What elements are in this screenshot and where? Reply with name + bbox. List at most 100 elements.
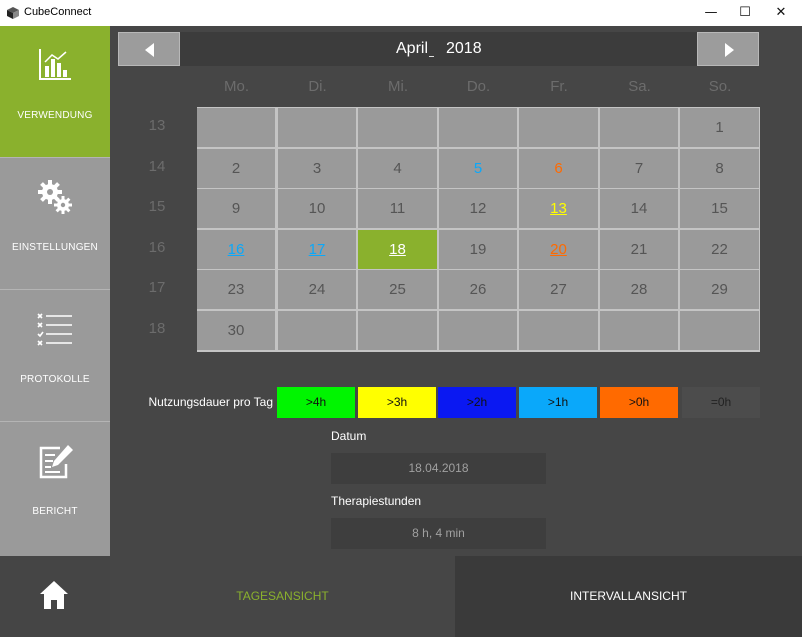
sidebar-item-protokolle[interactable]: PROTOKOLLE (0, 290, 110, 422)
week-number: 15 (148, 198, 166, 215)
day-number: 13 (550, 200, 567, 217)
day-cell-14[interactable]: 14 (600, 189, 678, 228)
weekday-label: Fr. (550, 78, 568, 95)
day-cell-22[interactable]: 22 (680, 229, 759, 269)
legend-item: >1h (519, 387, 597, 418)
triangle-right-icon (725, 43, 734, 57)
day-number: 17 (308, 240, 326, 258)
tab-label: INTERVALLANSICHT (570, 589, 687, 603)
day-number: 28 (630, 281, 648, 298)
empty-day-cell (680, 310, 759, 350)
day-cell-17[interactable]: 17 (278, 229, 356, 269)
home-button[interactable] (0, 556, 110, 637)
day-number: 20 (550, 240, 567, 258)
day-cell-21[interactable]: 21 (600, 229, 678, 269)
day-number: 15 (711, 200, 728, 217)
empty-day-cell (358, 108, 437, 147)
minimize-button[interactable]: — (694, 0, 728, 26)
weekday-label: Do. (466, 78, 491, 95)
legend-item: =0h (682, 387, 760, 418)
year-label[interactable]: 2018 (446, 40, 482, 58)
date-field: 18.04.2018 (331, 453, 546, 484)
day-number: 27 (550, 281, 567, 298)
checklist-icon (37, 313, 72, 346)
day-number: 22 (711, 240, 728, 258)
empty-day-cell (439, 310, 517, 350)
weekday-label: So. (708, 78, 732, 95)
day-cell-23[interactable]: 23 (197, 270, 275, 309)
weekday-label: Mo. (223, 78, 249, 95)
therapy-hours-field: 8 h, 4 min (331, 518, 546, 549)
day-number: 30 (227, 321, 245, 339)
edit-report-icon (39, 445, 73, 479)
sidebar-item-bericht[interactable]: BERICHT (0, 422, 110, 554)
day-cell-3[interactable]: 3 (278, 148, 356, 188)
day-cell-5[interactable]: 5 (439, 148, 517, 188)
day-cell-2[interactable]: 2 (197, 148, 275, 188)
empty-day-cell (278, 108, 356, 147)
day-cell-8[interactable]: 8 (680, 148, 759, 188)
legend-label: Nutzungsdauer pro Tag (148, 395, 273, 409)
tab-intervallansicht[interactable]: INTERVALLANSICHT (455, 556, 802, 637)
sidebar-item-label: BERICHT (32, 506, 78, 517)
day-cell-24[interactable]: 24 (278, 270, 356, 309)
empty-day-cell (358, 310, 437, 350)
prev-month-button[interactable] (118, 32, 180, 66)
bar-chart-icon (39, 49, 71, 80)
sidebar-item-einstellungen[interactable]: EINSTELLUNGEN (0, 158, 110, 290)
empty-day-cell (278, 310, 356, 350)
week-number: 13 (148, 117, 166, 134)
day-cell-12[interactable]: 12 (439, 189, 517, 228)
day-number: 5 (473, 159, 483, 177)
legend-item: >4h (277, 387, 355, 418)
month-select[interactable]: April (396, 40, 428, 58)
day-cell-20[interactable]: 20 (519, 229, 598, 269)
day-cell-28[interactable]: 28 (600, 270, 678, 309)
maximize-button[interactable]: ☐ (728, 0, 762, 26)
day-number: 2 (231, 159, 241, 177)
day-cell-9[interactable]: 9 (197, 189, 275, 228)
legend-item: >2h (438, 387, 516, 418)
next-month-button[interactable] (697, 32, 759, 66)
day-cell-19[interactable]: 19 (439, 229, 517, 269)
day-number: 26 (469, 281, 487, 298)
day-cell-6[interactable]: 6 (519, 148, 598, 188)
sidebar-item-label: EINSTELLUNGEN (12, 242, 98, 253)
day-cell-13[interactable]: 13 (519, 189, 598, 228)
tab-tagesansicht[interactable]: TAGESANSICHT (110, 556, 455, 637)
legend-item: >3h (358, 387, 436, 418)
title-bar: CubeConnect — ☐ ✕ (0, 0, 802, 26)
day-cell-11[interactable]: 11 (358, 189, 437, 228)
day-number: 18 (389, 240, 406, 258)
day-cell-1[interactable]: 1 (680, 108, 759, 147)
day-cell-27[interactable]: 27 (519, 270, 598, 309)
sidebar-item-label: VERWENDUNG (17, 110, 93, 121)
day-number: 4 (393, 159, 402, 177)
day-cell-7[interactable]: 7 (600, 148, 678, 188)
day-cell-15[interactable]: 15 (680, 189, 759, 228)
day-number: 25 (389, 281, 406, 298)
day-cell-25[interactable]: 25 (358, 270, 437, 309)
day-cell-30[interactable]: 30 (197, 310, 275, 350)
window-title: CubeConnect (24, 6, 92, 18)
day-number: 6 (554, 159, 563, 177)
close-button[interactable]: ✕ (764, 0, 798, 26)
home-icon (40, 581, 68, 609)
empty-day-cell (519, 108, 598, 147)
day-cell-10[interactable]: 10 (278, 189, 356, 228)
week-number: 18 (148, 319, 166, 337)
day-number: 1 (715, 119, 724, 136)
day-number: 12 (469, 200, 487, 217)
app-frame: VERWENDUNG EINSTELLUNGEN PROTOKOLLE BERI… (0, 26, 802, 637)
day-cell-16[interactable]: 16 (197, 229, 275, 269)
day-number: 7 (634, 159, 644, 177)
gears-icon (38, 180, 72, 214)
day-cell-18[interactable]: 18 (358, 229, 437, 269)
day-cell-26[interactable]: 26 (439, 270, 517, 309)
day-cell-29[interactable]: 29 (680, 270, 759, 309)
day-cell-4[interactable]: 4 (358, 148, 437, 188)
empty-day-cell (519, 310, 598, 350)
app-logo-icon (7, 7, 19, 19)
sidebar: VERWENDUNG EINSTELLUNGEN PROTOKOLLE BERI… (0, 26, 110, 556)
sidebar-item-verwendung[interactable]: VERWENDUNG (0, 26, 110, 158)
